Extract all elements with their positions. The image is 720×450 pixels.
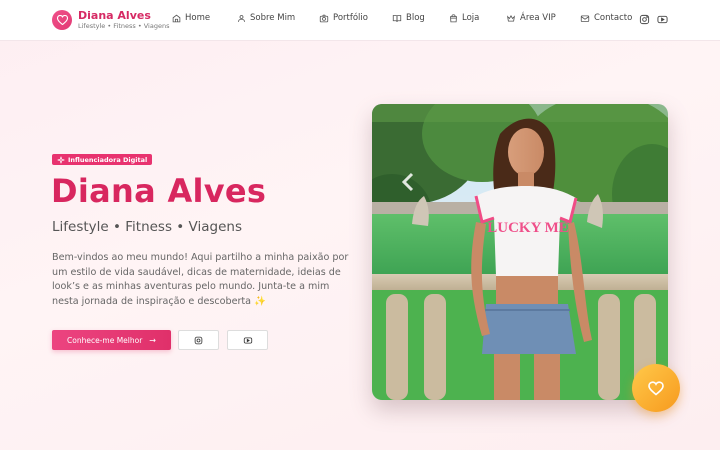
- nav-item-area-vip[interactable]: Área VIP: [506, 13, 580, 23]
- nav-label: Loja: [462, 13, 480, 23]
- nav-label: Blog: [406, 13, 425, 23]
- brand-name: Diana Alves: [78, 9, 151, 22]
- nav-item-contacto[interactable]: Contacto: [580, 13, 642, 23]
- nav-label: Contacto: [594, 13, 633, 23]
- nav-item-loja[interactable]: Loja: [449, 13, 506, 23]
- main-nav: Home Sobre Mim Portfólio Blog Loja Área …: [172, 13, 642, 23]
- nav-label: Portfólio: [333, 13, 368, 23]
- user-icon: [238, 14, 245, 22]
- nav-item-home[interactable]: Home: [172, 13, 237, 23]
- nav-item-blog[interactable]: Blog: [392, 13, 449, 23]
- cta-button[interactable]: Conhece-me Melhor →: [52, 330, 171, 350]
- hero-subtitle: Lifestyle • Fitness • Viagens: [52, 219, 242, 235]
- heart-logo-icon: [52, 10, 72, 30]
- crown-icon: [507, 14, 515, 22]
- instagram-icon: [194, 336, 203, 344]
- heart-icon: [648, 380, 664, 396]
- arrow-right-icon: →: [149, 335, 156, 345]
- youtube-icon: [243, 336, 252, 344]
- sparkles-icon: [57, 156, 65, 163]
- profile-photo: LUCKY ME: [372, 104, 668, 400]
- nav-label: Área VIP: [520, 13, 556, 23]
- hero-title: Diana Alves: [51, 172, 267, 210]
- nav-item-sobre-mim[interactable]: Sobre Mim: [237, 13, 319, 23]
- brand-tagline: Lifestyle • Fitness • Viagens: [78, 22, 170, 30]
- nav-label: Home: [185, 13, 211, 23]
- instagram-button[interactable]: [178, 330, 219, 350]
- nav-item-portfolio[interactable]: Portfólio: [319, 13, 392, 23]
- brand[interactable]: Diana Alves Lifestyle • Fitness • Viagen…: [52, 9, 169, 31]
- hero-description: Bem-vindos ao meu mundo! Aqui partilho a…: [52, 252, 349, 307]
- home-icon: [172, 14, 181, 22]
- cta-label: Conhece-me Melhor: [67, 335, 143, 345]
- shirt-print: LUCKY ME: [487, 220, 569, 236]
- role-badge: Influenciadora Digital: [52, 154, 153, 165]
- camera-icon: [319, 14, 329, 22]
- mail-icon: [580, 14, 590, 22]
- instagram-icon[interactable]: [639, 14, 650, 25]
- youtube-button[interactable]: [227, 330, 268, 350]
- favorite-button[interactable]: [632, 364, 680, 412]
- shopping-bag-icon: [450, 13, 457, 22]
- nav-label: Sobre Mim: [250, 13, 296, 23]
- youtube-icon[interactable]: [657, 14, 668, 25]
- badge-label: Influenciadora Digital: [68, 155, 148, 164]
- site-header: Diana Alves Lifestyle • Fitness • Viagen…: [0, 0, 720, 41]
- book-icon: [392, 14, 402, 22]
- header-social-links: [639, 14, 675, 25]
